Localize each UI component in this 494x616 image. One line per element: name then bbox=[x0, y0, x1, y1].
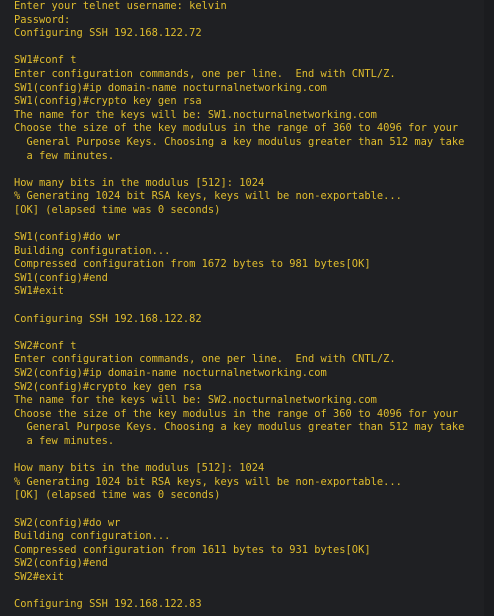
terminal-line: SW2#exit bbox=[14, 570, 65, 583]
terminal-line: SW1(config)#ip domain-name nocturnalnetw… bbox=[14, 81, 327, 94]
terminal-line: SW1#conf t bbox=[14, 54, 77, 67]
terminal-line: a few minutes. bbox=[14, 435, 115, 447]
terminal-line: SW2(config)#crypto key gen rsa bbox=[14, 380, 202, 393]
terminal-line: SW1(config)#crypto key gen rsa bbox=[14, 95, 202, 108]
terminal-line: The name for the keys will be: SW1.noctu… bbox=[14, 108, 377, 121]
terminal-line: Building configuration... bbox=[14, 244, 171, 257]
terminal-line: Configuring SSH 192.168.122.82 bbox=[14, 312, 202, 325]
terminal-line: Configuring SSH 192.168.122.72 bbox=[14, 27, 202, 40]
terminal-line: [OK] (elapsed time was 0 seconds) bbox=[14, 489, 221, 502]
terminal-line: Enter your telnet username: kelvin bbox=[14, 0, 227, 12]
terminal-line: Password: bbox=[14, 13, 71, 26]
terminal-line: Building configuration... bbox=[14, 530, 171, 543]
vertical-scrollbar[interactable] bbox=[484, 0, 494, 616]
terminal-line: SW1(config)#do wr bbox=[14, 231, 121, 244]
terminal-line: General Purpose Keys. Choosing a key mod… bbox=[14, 135, 465, 148]
terminal-line: % Generating 1024 bit RSA keys, keys wil… bbox=[14, 475, 402, 488]
terminal-line: SW2(config)#end bbox=[14, 557, 108, 570]
terminal-line: The name for the keys will be: SW2.noctu… bbox=[14, 394, 377, 407]
terminal-line: % Generating 1024 bit RSA keys, keys wil… bbox=[14, 190, 402, 203]
terminal-line: Choose the size of the key modulus in th… bbox=[14, 122, 459, 135]
terminal-line: Configuring SSH 192.168.122.83 bbox=[14, 598, 202, 611]
terminal-line: [OK] (elapsed time was 0 seconds) bbox=[14, 203, 221, 216]
terminal-line: SW1(config)#end bbox=[14, 271, 108, 284]
terminal-line: General Purpose Keys. Choosing a key mod… bbox=[14, 421, 465, 434]
terminal-lines: Enter your telnet username: kelvin Passw… bbox=[14, 0, 484, 612]
terminal-line: Compressed configuration from 1672 bytes… bbox=[14, 258, 371, 271]
terminal-line: Compressed configuration from 1611 bytes… bbox=[14, 543, 371, 556]
terminal-line: a few minutes. bbox=[14, 149, 115, 162]
terminal-line: Enter configuration commands, one per li… bbox=[14, 67, 396, 80]
terminal-line: SW2#conf t bbox=[14, 339, 77, 352]
terminal-output[interactable]: Enter your telnet username: kelvin Passw… bbox=[0, 0, 484, 616]
terminal-line: Choose the size of the key modulus in th… bbox=[14, 407, 459, 420]
terminal-line: SW2(config)#do wr bbox=[14, 516, 121, 529]
terminal-line: SW2(config)#ip domain-name nocturnalnetw… bbox=[14, 367, 327, 380]
terminal-line: SW1#exit bbox=[14, 285, 65, 298]
terminal-line: How many bits in the modulus [512]: 1024 bbox=[14, 462, 265, 475]
terminal-line: How many bits in the modulus [512]: 1024 bbox=[14, 176, 265, 189]
terminal-line: Enter configuration commands, one per li… bbox=[14, 353, 396, 366]
